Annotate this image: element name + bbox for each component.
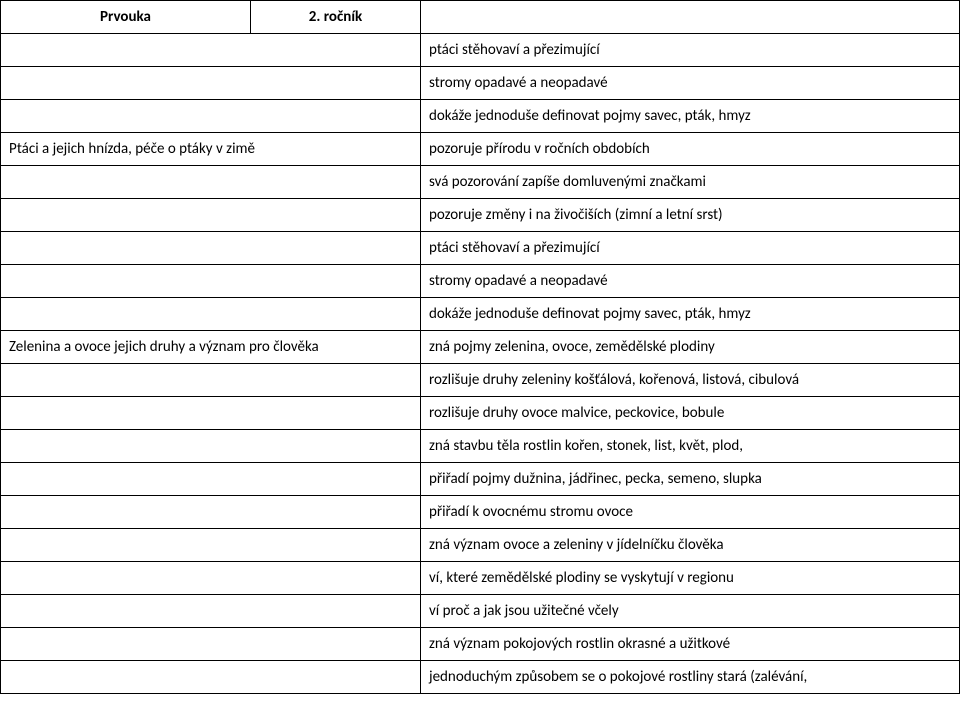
table-row: zná význam ovoce a zeleniny v jídelníčku…: [1, 529, 960, 562]
topic-cell: [1, 166, 421, 199]
outcome-cell: ví, které zemědělské plodiny se vyskytuj…: [421, 562, 960, 595]
table-row: ptáci stěhovaví a přezimující: [1, 232, 960, 265]
outcome-cell: zná stavbu těla rostlin kořen, stonek, l…: [421, 430, 960, 463]
topic-cell: [1, 397, 421, 430]
topic-cell: [1, 463, 421, 496]
topic-cell: Zelenina a ovoce jejich druhy a význam p…: [1, 331, 421, 364]
header-row: Prvouka 2. ročník: [1, 1, 960, 34]
topic-cell: [1, 265, 421, 298]
outcome-cell: svá pozorování zapíše domluvenými značka…: [421, 166, 960, 199]
topic-cell: [1, 199, 421, 232]
table-row: dokáže jednoduše definovat pojmy savec, …: [1, 100, 960, 133]
topic-cell: [1, 661, 421, 694]
outcome-cell: rozlišuje druhy zeleniny košťálová, koře…: [421, 364, 960, 397]
topic-cell: [1, 562, 421, 595]
outcome-cell: přiřadí pojmy dužnina, jádřinec, pecka, …: [421, 463, 960, 496]
header-subject: Prvouka: [1, 1, 251, 34]
table-row: Zelenina a ovoce jejich druhy a význam p…: [1, 331, 960, 364]
topic-cell: [1, 529, 421, 562]
topic-cell: [1, 298, 421, 331]
table-row: svá pozorování zapíše domluvenými značka…: [1, 166, 960, 199]
outcome-cell: stromy opadavé a neopadavé: [421, 67, 960, 100]
outcome-cell: dokáže jednoduše definovat pojmy savec, …: [421, 100, 960, 133]
table-row: pozoruje změny i na živočiších (zimní a …: [1, 199, 960, 232]
outcome-cell: jednoduchým způsobem se o pokojové rostl…: [421, 661, 960, 694]
outcome-cell: pozoruje přírodu v ročních obdobích: [421, 133, 960, 166]
topic-cell: [1, 34, 421, 67]
outcome-cell: dokáže jednoduše definovat pojmy savec, …: [421, 298, 960, 331]
topic-cell: [1, 496, 421, 529]
table-row: přiřadí pojmy dužnina, jádřinec, pecka, …: [1, 463, 960, 496]
outcome-cell: přiřadí k ovocnému stromu ovoce: [421, 496, 960, 529]
topic-cell: [1, 595, 421, 628]
table-row: rozlišuje druhy ovoce malvice, peckovice…: [1, 397, 960, 430]
table-row: dokáže jednoduše definovat pojmy savec, …: [1, 298, 960, 331]
table-row: Ptáci a jejich hnízda, péče o ptáky v zi…: [1, 133, 960, 166]
outcome-cell: zná pojmy zelenina, ovoce, zemědělské pl…: [421, 331, 960, 364]
table-row: jednoduchým způsobem se o pokojové rostl…: [1, 661, 960, 694]
topic-cell: [1, 232, 421, 265]
outcome-cell: rozlišuje druhy ovoce malvice, peckovice…: [421, 397, 960, 430]
topic-cell: [1, 628, 421, 661]
outcome-cell: stromy opadavé a neopadavé: [421, 265, 960, 298]
topic-cell: [1, 364, 421, 397]
topic-cell: [1, 430, 421, 463]
table-row: stromy opadavé a neopadavé: [1, 67, 960, 100]
table-row: ví proč a jak jsou užitečné včely: [1, 595, 960, 628]
outcome-cell: zná význam ovoce a zeleniny v jídelníčku…: [421, 529, 960, 562]
header-grade: 2. ročník: [251, 1, 421, 34]
outcome-cell: ptáci stěhovaví a přezimující: [421, 34, 960, 67]
table-row: přiřadí k ovocnému stromu ovoce: [1, 496, 960, 529]
table-row: ví, které zemědělské plodiny se vyskytuj…: [1, 562, 960, 595]
outcome-cell: ptáci stěhovaví a přezimující: [421, 232, 960, 265]
table-row: stromy opadavé a neopadavé: [1, 265, 960, 298]
topic-cell: [1, 100, 421, 133]
table-row: ptáci stěhovaví a přezimující: [1, 34, 960, 67]
outcome-cell: ví proč a jak jsou užitečné včely: [421, 595, 960, 628]
topic-cell: [1, 67, 421, 100]
outcome-cell: zná význam pokojových rostlin okrasné a …: [421, 628, 960, 661]
outcome-cell: pozoruje změny i na živočiších (zimní a …: [421, 199, 960, 232]
table-row: rozlišuje druhy zeleniny košťálová, koře…: [1, 364, 960, 397]
table-row: zná význam pokojových rostlin okrasné a …: [1, 628, 960, 661]
topic-cell: Ptáci a jejich hnízda, péče o ptáky v zi…: [1, 133, 421, 166]
header-empty: [421, 1, 960, 34]
curriculum-table: Prvouka 2. ročník ptáci stěhovaví a přez…: [0, 0, 960, 694]
table-row: zná stavbu těla rostlin kořen, stonek, l…: [1, 430, 960, 463]
